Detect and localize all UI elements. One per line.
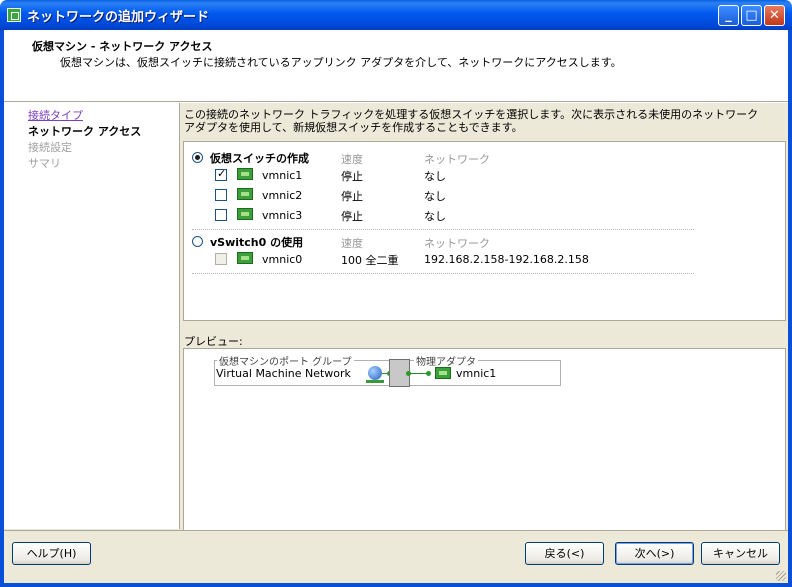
adapter-name: vmnic0 [262, 253, 303, 266]
instructions-text: この接続のネットワーク トラフィックを処理する仮想スイッチを選択します。次に表示… [184, 108, 759, 134]
step-connection-settings: 接続設定 [28, 141, 72, 154]
step-network-access: ネットワーク アクセス [28, 125, 142, 138]
use-vswitch0-label[interactable]: vSwitch0 の使用 [210, 234, 303, 250]
adapter-name: vmnic3 [262, 209, 303, 222]
adapter-network: なし [424, 210, 446, 223]
physical-adapter-legend: 物理アダプタ [414, 353, 478, 368]
network-adapter-icon [237, 252, 253, 264]
use-vswitch0-radio[interactable] [192, 236, 203, 247]
adapter-speed: 停止 [341, 170, 363, 183]
cancel-button[interactable]: キャンセル [701, 542, 780, 565]
vmnic0-checkbox [215, 253, 227, 265]
page-description: 仮想マシンは、仮想スイッチに接続されているアップリンク アダプタを介して、ネット… [60, 56, 622, 69]
page-title: 仮想マシン - ネットワーク アクセス [32, 40, 213, 53]
vmnic2-checkbox[interactable] [215, 189, 227, 201]
help-button[interactable]: ヘルプ(H) [12, 542, 91, 565]
vmnic3-checkbox[interactable] [215, 209, 227, 221]
close-button[interactable]: ✕ [764, 5, 785, 26]
link-dot [426, 371, 431, 376]
speed-column-header: 速度 [341, 153, 363, 166]
create-switch-radio[interactable] [192, 152, 203, 163]
adapter-name: vmnic2 [262, 189, 303, 202]
window-title: ネットワークの追加ウィザード [27, 10, 210, 25]
network-adapter-icon [435, 367, 451, 379]
preview-label: プレビュー: [184, 335, 243, 348]
title-bar[interactable]: ネットワークの追加ウィザード _ □ ✕ [0, 0, 792, 30]
vmnic1-checkbox[interactable] [215, 167, 227, 181]
network-column-header: ネットワーク [424, 237, 490, 250]
adapter-network: なし [424, 170, 446, 183]
adapter-network: 192.168.2.158-192.168.2.158 [424, 253, 589, 266]
port-group-name: Virtual Machine Network [216, 367, 351, 380]
step-connection-type[interactable]: 接続タイプ [28, 107, 83, 123]
virtual-machine-icon [368, 366, 382, 380]
adapter-speed: 停止 [341, 190, 363, 203]
virtual-machine-base [366, 380, 384, 383]
minimize-button[interactable]: _ [718, 5, 739, 26]
adapter-speed: 停止 [341, 210, 363, 223]
resize-grip[interactable] [776, 571, 786, 581]
section-divider [192, 273, 694, 274]
speed-column-header: 速度 [341, 237, 363, 250]
adapter-name: vmnic1 [262, 169, 303, 182]
back-button[interactable]: 戻る(<) [525, 542, 604, 565]
network-adapter-icon [237, 188, 253, 200]
network-column-header: ネットワーク [424, 153, 490, 166]
wizard-steps-nav: 接続タイプ ネットワーク アクセス 接続設定 サマリ [4, 103, 180, 529]
step-summary: サマリ [28, 157, 61, 170]
section-divider [192, 229, 694, 230]
adapter-speed: 100 全二重 [341, 254, 399, 267]
wizard-app-icon [7, 8, 21, 22]
create-switch-label[interactable]: 仮想スイッチの作成 [210, 150, 309, 166]
port-group-legend: 仮想マシンのポート グループ [217, 353, 354, 368]
adapter-network: なし [424, 190, 446, 203]
maximize-button[interactable]: □ [741, 5, 762, 26]
next-button[interactable]: 次へ(>) [615, 542, 694, 565]
network-adapter-icon [237, 168, 253, 180]
wizard-header: 仮想マシン - ネットワーク アクセス 仮想マシンは、仮想スイッチに接続されてい… [4, 30, 788, 102]
switch-selection-list [183, 141, 786, 321]
physical-adapter-name: vmnic1 [456, 367, 497, 380]
network-adapter-icon [237, 208, 253, 220]
